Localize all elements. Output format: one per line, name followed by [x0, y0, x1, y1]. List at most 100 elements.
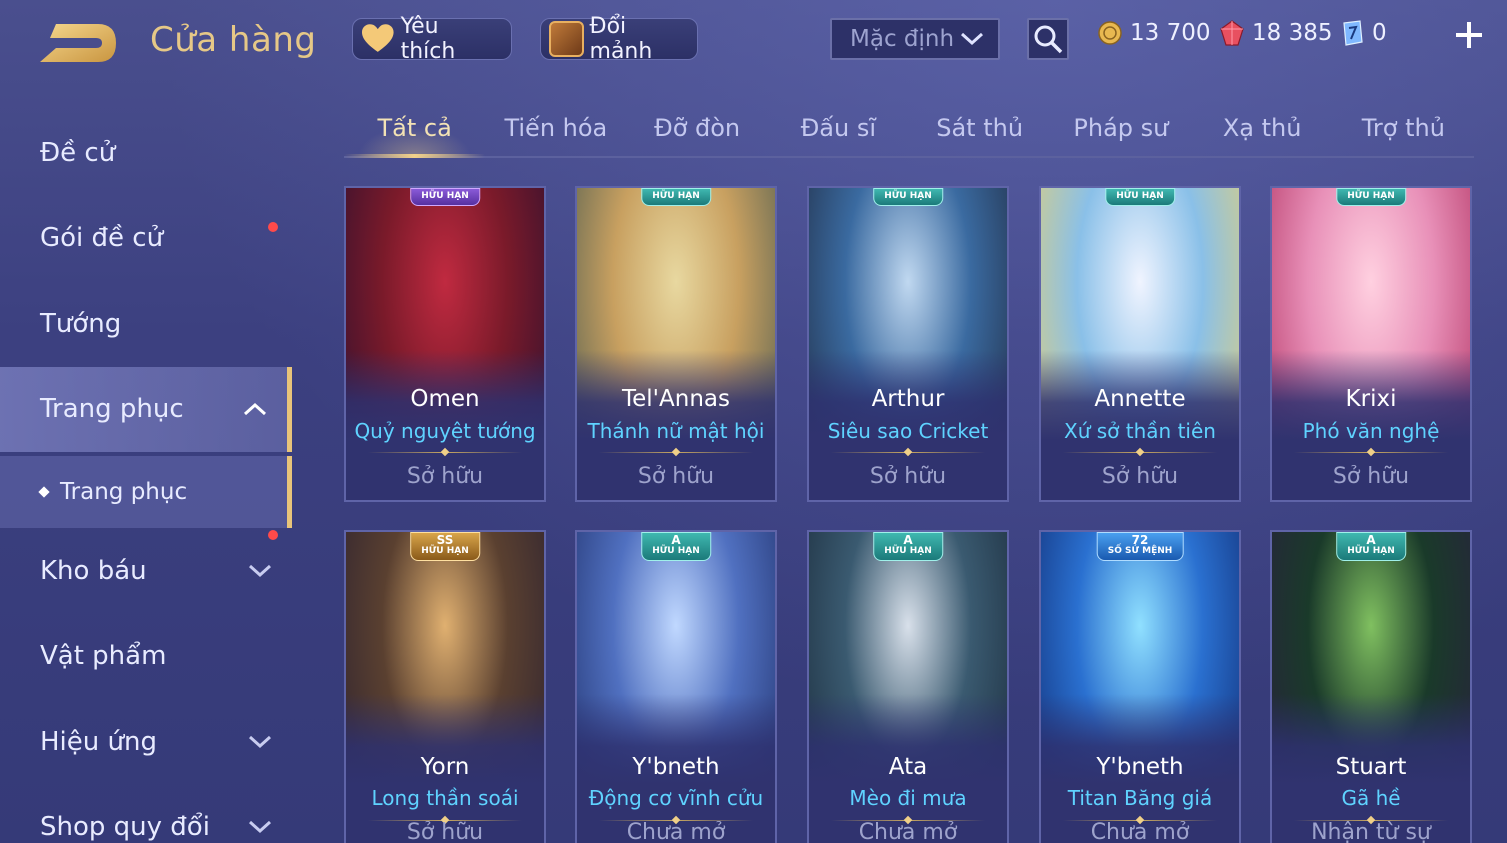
limited-badge: A HỮU HẠN [641, 532, 711, 561]
badge-rank: 72 [1131, 533, 1149, 547]
sidebar-subitem-skins[interactable]: Trang phục [0, 456, 292, 528]
chevron-up-icon [243, 403, 267, 416]
sidebar-item-recommended[interactable]: Đề cử [0, 110, 292, 196]
card-divider [831, 452, 985, 453]
skin-card[interactable]: HỮU HẠN Arthur Siêu sao Cricket Sở hữu [807, 186, 1009, 502]
skin-card[interactable]: 72 SỐ SỨ MỆNH Y'bneth Titan Băng giá Chưa mở [1039, 530, 1241, 843]
voucher-icon [1343, 20, 1363, 46]
badge-label: HỮU HẠN [652, 546, 700, 556]
search-icon [1034, 25, 1063, 54]
tab-evolution[interactable]: Tiến hóa [485, 100, 626, 156]
skin-card[interactable]: A HỮU HẠN Y'bneth Động cơ vĩnh cửu Chưa mở [575, 530, 777, 843]
tab-assassin[interactable]: Sát thủ [909, 100, 1050, 156]
hero-name: Arthur [871, 386, 945, 412]
chevron-down-icon [248, 735, 272, 748]
skin-name: Siêu sao Cricket [827, 419, 989, 443]
sidebar-item-skins[interactable]: Trang phục [0, 366, 292, 452]
hero-name: Stuart [1335, 754, 1407, 780]
ownership-status: Sở hữu [1101, 464, 1179, 489]
sidebar-item-items[interactable]: Vật phẩm [0, 614, 292, 700]
back-arrow-icon[interactable] [36, 18, 120, 68]
exchange-shards-button[interactable]: Đổi mảnh [540, 14, 698, 64]
ownership-status: Sở hữu [869, 464, 947, 489]
badge-label: HỮU HẠN [421, 191, 469, 201]
badge-label: HỮU HẠN [1347, 546, 1395, 556]
limited-badge: HỮU HẠN [1105, 188, 1175, 206]
sidebar-item-label: Vật phẩm [40, 641, 167, 672]
skin-name: Động cơ vĩnh cửu [588, 786, 764, 810]
badge-label: SỐ SỨ MỆNH [1107, 546, 1173, 556]
sidebar-item-treasure[interactable]: Kho báu [0, 528, 292, 614]
hero-name: Ata [888, 754, 928, 780]
ruby-balance: 18 385 [1220, 20, 1332, 46]
tab-marksman[interactable]: Xạ thủ [1192, 100, 1333, 156]
chevron-down-icon [248, 564, 272, 577]
skin-name: Phó văn nghệ [1302, 419, 1440, 443]
card-divider [599, 452, 753, 453]
sidebar-item-label: Trang phục [60, 479, 188, 505]
skin-card[interactable]: HỮU HẠN Omen Quỷ nguyệt tướng Sở hữu [344, 186, 546, 502]
ruby-icon [1220, 20, 1244, 46]
hero-name: Y'bneth [1096, 754, 1184, 780]
notification-dot [268, 530, 278, 540]
limited-badge: HỮU HẠN [410, 188, 480, 206]
limited-badge: 72 SỐ SỨ MỆNH [1096, 532, 1184, 561]
ownership-status: Chưa mở [858, 820, 958, 843]
ruby-amount: 18 385 [1252, 20, 1333, 46]
sidebar-item-label: Trang phục [40, 394, 184, 425]
badge-label: HỮU HẠN [421, 546, 469, 556]
badge-rank: A [671, 533, 681, 547]
sort-selected-value: Mặc định [850, 26, 955, 52]
skin-card[interactable]: HỮU HẠN Krixi Phó văn nghệ Sở hữu [1270, 186, 1472, 502]
skin-card[interactable]: A HỮU HẠN Stuart Gã hề Nhận từ sự [1270, 530, 1472, 843]
tab-support[interactable]: Trợ thủ [1333, 100, 1474, 156]
skin-name: Gã hề [1341, 786, 1401, 810]
exchange-label: Đổi mảnh [589, 14, 653, 64]
limited-badge: SS HỮU HẠN [410, 532, 480, 561]
ownership-status: Nhận từ sự [1311, 820, 1431, 843]
skin-card[interactable]: HỮU HẠN Tel'Annas Thánh nữ mật hội Sở hữu [575, 186, 777, 502]
sidebar-item-label: Shop quy đổi [40, 812, 210, 843]
badge-label: HỮU HẠN [1116, 191, 1164, 201]
sidebar-item-bundles[interactable]: Gói đề cử [0, 196, 292, 282]
sidebar-item-label: Hiệu ứng [40, 726, 157, 757]
limited-badge: A HỮU HẠN [1336, 532, 1406, 561]
skin-card[interactable]: SS HỮU HẠN Yorn Long thần soái Sở hữu [344, 530, 546, 843]
card-divider [368, 452, 522, 453]
hero-name: Krixi [1345, 386, 1397, 412]
favorites-label: Yêu thích [400, 14, 456, 64]
badge-label: HỮU HẠN [884, 191, 932, 201]
search-button[interactable] [1027, 18, 1069, 60]
tab-tank[interactable]: Đỡ đòn [627, 100, 768, 156]
skin-name: Thánh nữ mật hội [587, 419, 765, 443]
badge-label: HỮU HẠN [1347, 191, 1395, 201]
ownership-status: Sở hữu [637, 464, 715, 489]
skin-card[interactable]: HỮU HẠN Annette Xứ sở thần tiên Sở hữu [1039, 186, 1241, 502]
gold-amount: 13 700 [1130, 20, 1211, 46]
hero-name: Tel'Annas [622, 386, 730, 412]
plus-icon[interactable] [1452, 18, 1486, 52]
tab-mage[interactable]: Pháp sư [1050, 100, 1191, 156]
sort-dropdown[interactable]: Mặc định [830, 18, 1000, 60]
ownership-status: Sở hữu [1332, 464, 1410, 489]
badge-label: HỮU HẠN [884, 546, 932, 556]
tab-all[interactable]: Tất cả [344, 100, 486, 158]
tab-fighter[interactable]: Đấu sĩ [768, 100, 909, 156]
heart-icon [361, 24, 394, 52]
sidebar-item-effects[interactable]: Hiệu ứng [0, 699, 292, 785]
hero-name: Y'bneth [632, 754, 720, 780]
hero-name: Annette [1094, 386, 1186, 412]
sidebar-item-heroes[interactable]: Tướng [0, 281, 292, 367]
badge-rank: SS [436, 533, 454, 547]
skin-name: Mèo đi mưa [849, 786, 967, 810]
chest-icon [549, 21, 584, 57]
chevron-down-icon [248, 821, 272, 834]
sidebar-item-label: Tướng [40, 308, 122, 339]
sidebar-item-exchange-shop[interactable]: Shop quy đổi [0, 785, 292, 843]
limited-badge: A HỮU HẠN [873, 532, 943, 561]
card-divider [1063, 452, 1217, 453]
skin-card[interactable]: A HỮU HẠN Ata Mèo đi mưa Chưa mở [807, 530, 1009, 843]
badge-rank: A [1366, 533, 1376, 547]
favorites-button[interactable]: Yêu thích [352, 14, 512, 64]
badge-rank: A [903, 533, 913, 547]
